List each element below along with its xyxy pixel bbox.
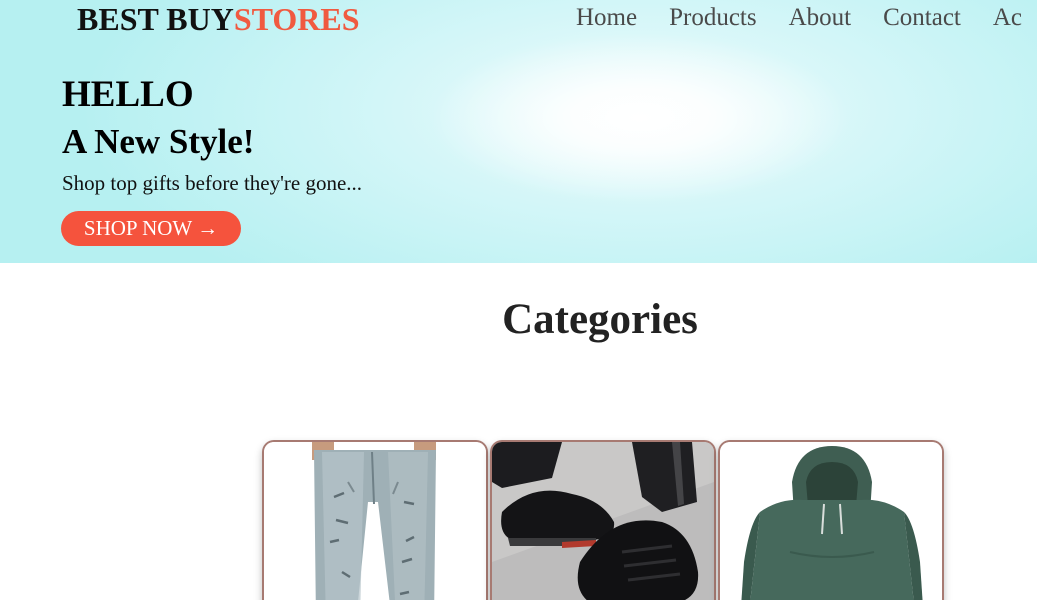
categories-title: Categories — [502, 296, 698, 343]
sneakers-image — [492, 442, 714, 600]
category-card-jeans[interactable] — [262, 440, 488, 600]
hero-tagline: A New Style! — [62, 122, 255, 161]
main-nav: Home Products About Contact Ac — [576, 3, 1022, 33]
brand-name-accent: STORES — [233, 1, 360, 37]
hero-greeting: HELLO — [62, 74, 194, 115]
nav-about-link[interactable]: About — [789, 3, 852, 33]
category-card-hoodie[interactable] — [718, 440, 944, 600]
nav-account-link[interactable]: Ac — [993, 3, 1022, 33]
jeans-image — [264, 442, 486, 600]
nav-products-link[interactable]: Products — [669, 3, 757, 33]
hoodie-image — [720, 442, 942, 600]
shop-now-button[interactable]: SHOP NOW → — [61, 211, 241, 246]
brand-logo[interactable]: BEST BUYSTORES — [77, 0, 360, 38]
category-card-sneakers[interactable] — [490, 440, 716, 600]
nav-contact-link[interactable]: Contact — [883, 3, 961, 33]
category-cards — [262, 440, 944, 600]
brand-name-main: BEST BUY — [77, 1, 234, 37]
hero-banner: BEST BUYSTORES Home Products About Conta… — [0, 0, 1037, 263]
hero-subline: Shop top gifts before they're gone... — [62, 171, 363, 195]
nav-home-link[interactable]: Home — [576, 3, 637, 33]
hero-text: HELLO A New Style! Shop top gifts before… — [62, 74, 362, 196]
page: BEST BUYSTORES Home Products About Conta… — [0, 0, 1037, 600]
